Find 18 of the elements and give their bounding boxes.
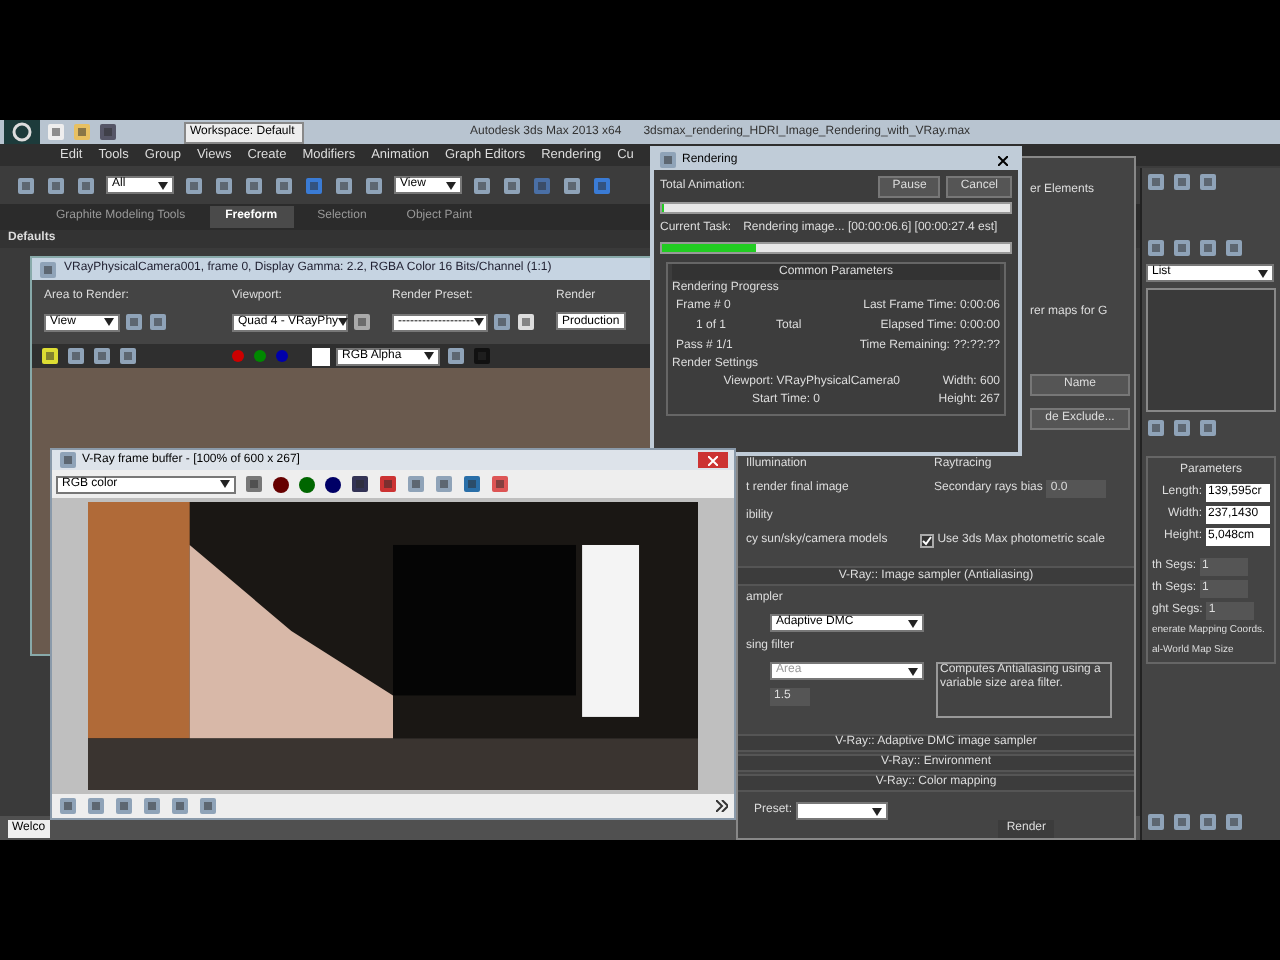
caret-icon [338, 318, 349, 326]
caret-icon [1258, 269, 1268, 277]
caret-icon [220, 480, 230, 488]
expand-icon[interactable] [716, 800, 728, 812]
close-button[interactable] [992, 152, 1014, 168]
caret-icon [908, 667, 918, 675]
close-icon [998, 155, 1008, 165]
caret-icon [908, 619, 918, 627]
caret-icon [424, 352, 434, 360]
app-logo-icon[interactable] [4, 120, 40, 144]
close-icon [708, 455, 718, 465]
caret-icon [158, 181, 168, 189]
caret-icon [446, 181, 456, 189]
caret-icon [473, 318, 484, 326]
preset-dropdown[interactable] [796, 802, 889, 820]
checkbox[interactable] [919, 534, 934, 548]
color-swatch[interactable] [312, 347, 330, 365]
caret-icon [104, 318, 114, 326]
